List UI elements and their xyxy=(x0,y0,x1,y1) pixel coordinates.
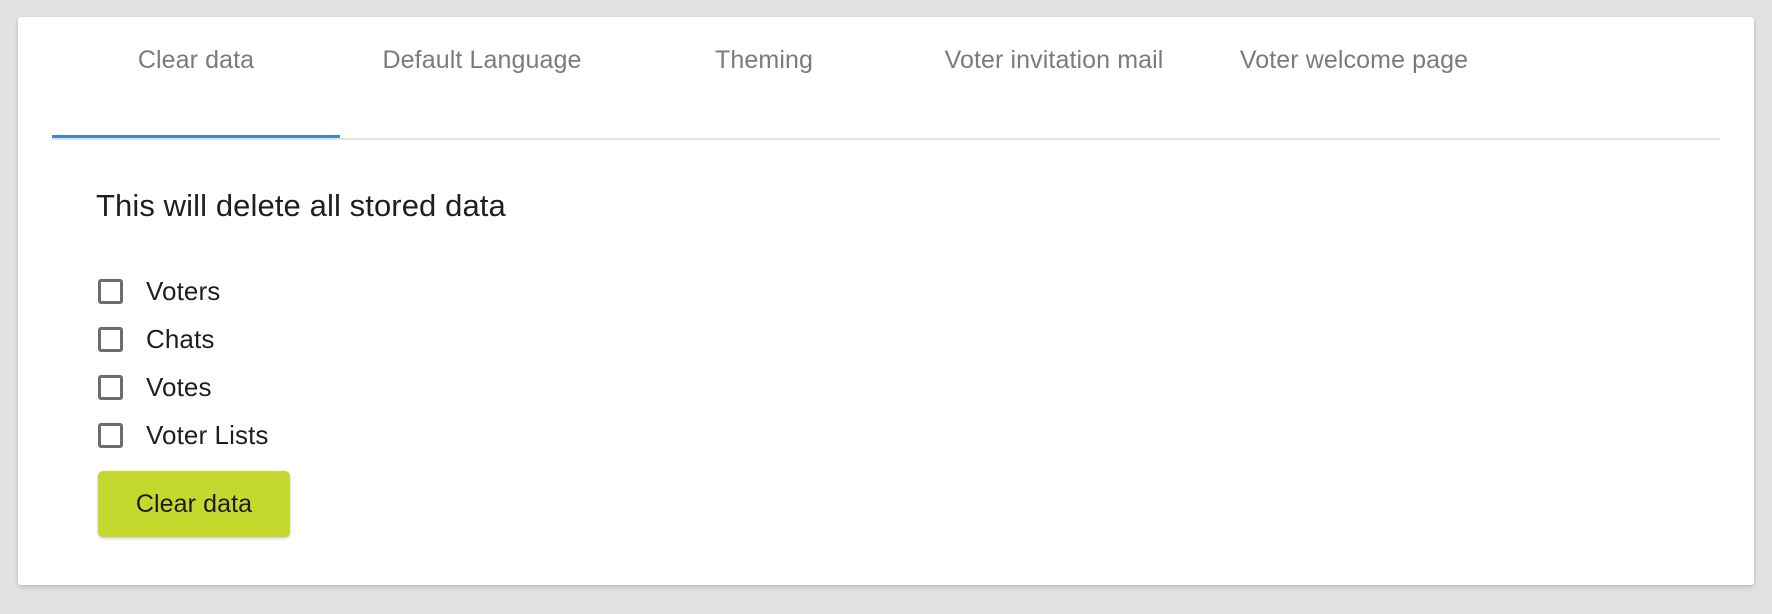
tab-bar-divider xyxy=(52,138,1720,140)
tab-list: Clear data Default Language Theming Voter i… xyxy=(52,17,1504,145)
page-title: This will delete all stored data xyxy=(96,188,506,223)
checkbox-row-voters[interactable]: Voters xyxy=(98,267,269,315)
settings-card: Clear data Default Language Theming Voter i… xyxy=(18,17,1754,585)
checkbox-icon[interactable] xyxy=(98,422,123,448)
tab-default-language[interactable]: Default Language xyxy=(340,17,624,145)
tab-panel-clear-data: This will delete all stored data Voters C… xyxy=(18,145,1754,585)
clear-data-checkbox-group: Voters Chats Votes Voter Lists xyxy=(98,267,269,459)
checkbox-label: Votes xyxy=(146,372,212,402)
checkbox-row-voter-lists[interactable]: Voter Lists xyxy=(98,411,269,459)
tab-label: Theming xyxy=(715,45,813,74)
checkbox-row-chats[interactable]: Chats xyxy=(98,315,269,363)
checkbox-label: Voters xyxy=(146,276,221,306)
tab-label: Voter welcome page xyxy=(1239,45,1469,74)
checkbox-icon[interactable] xyxy=(98,326,123,352)
tab-theming[interactable]: Theming xyxy=(624,17,904,145)
checkbox-label: Voter Lists xyxy=(146,420,269,450)
clear-data-button[interactable]: Clear data xyxy=(98,471,290,537)
tab-clear-data[interactable]: Clear data xyxy=(52,17,340,145)
tab-label: Clear data xyxy=(137,45,255,74)
checkbox-icon[interactable] xyxy=(98,278,123,304)
tab-label: Voter invitation mail xyxy=(944,45,1164,74)
tab-bar: Clear data Default Language Theming Voter i… xyxy=(18,17,1754,145)
tab-label: Default Language xyxy=(382,45,582,74)
checkbox-icon[interactable] xyxy=(98,374,123,400)
checkbox-row-votes[interactable]: Votes xyxy=(98,363,269,411)
tab-voter-invitation-mail[interactable]: Voter invitation mail xyxy=(904,17,1204,145)
tab-voter-welcome-page[interactable]: Voter welcome page xyxy=(1204,17,1504,145)
checkbox-label: Chats xyxy=(146,324,215,354)
